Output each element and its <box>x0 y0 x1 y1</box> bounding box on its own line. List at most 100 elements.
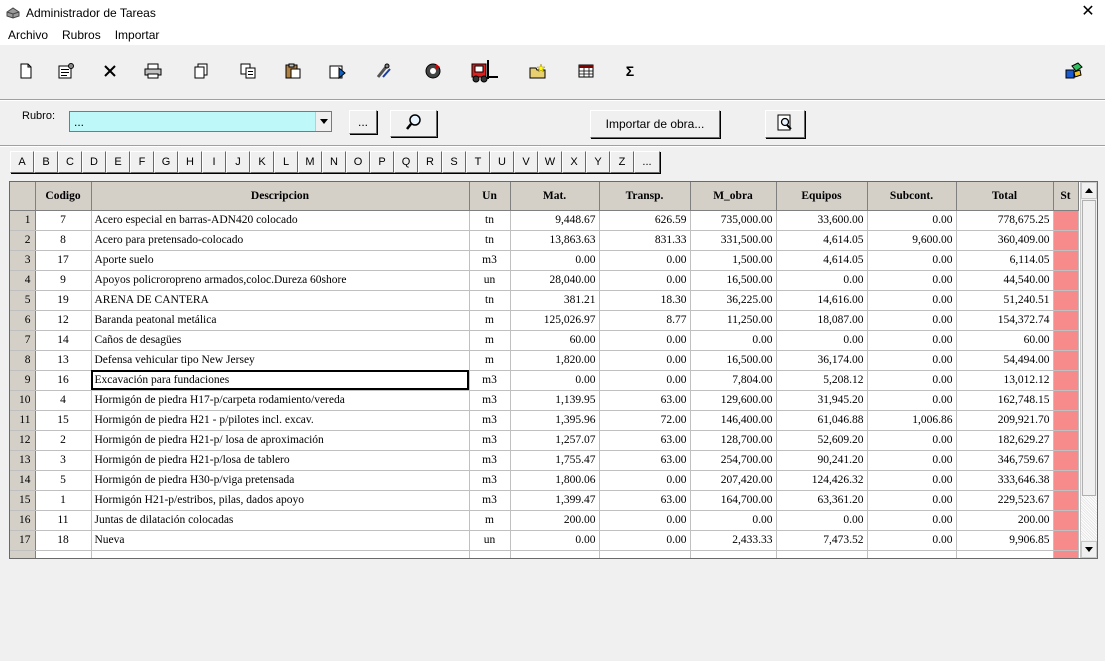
cell-mobra[interactable]: 7,804.00 <box>690 370 777 391</box>
cell-un[interactable]: un <box>469 530 511 551</box>
row-number[interactable]: 10 <box>10 390 36 411</box>
cell-descripcion[interactable]: Defensa vehicular tipo New Jersey <box>91 350 470 371</box>
cell-total[interactable]: 360,409.00 <box>956 230 1054 251</box>
cell-codigo[interactable]: 2 <box>35 430 92 451</box>
cell-mat[interactable]: 1,395.96 <box>510 410 600 431</box>
cell-descripcion[interactable]: Hormigón H21-p/estribos, pilas, dados ap… <box>91 490 470 511</box>
row-number[interactable]: 16 <box>10 510 36 531</box>
column-header-codigo[interactable]: Codigo <box>35 182 92 211</box>
cell-subcont[interactable]: 0.00 <box>867 210 957 231</box>
copy-icon[interactable] <box>189 59 213 83</box>
duplicate-icon[interactable] <box>236 59 260 83</box>
cell-subcont[interactable]: 1,006.86 <box>867 410 957 431</box>
cell-equipos[interactable]: 61,046.88 <box>776 410 868 431</box>
chevron-down-icon[interactable] <box>315 112 331 131</box>
cell-total[interactable]: 229,523.67 <box>956 490 1054 511</box>
cell-un[interactable]: un <box>469 270 511 291</box>
row-number[interactable]: 7 <box>10 330 36 351</box>
cell-descripcion[interactable]: Caños de desagües <box>91 330 470 351</box>
print-icon[interactable] <box>141 59 165 83</box>
new-folder-icon[interactable] <box>526 59 550 83</box>
letter-filter-button[interactable]: ... <box>634 151 660 173</box>
letter-filter-button[interactable]: B <box>34 151 58 173</box>
table-row[interactable]: 1 7 Acero especial en barras-ADN420 coloca… <box>10 210 1079 231</box>
cell-subcont[interactable]: 0.00 <box>867 330 957 351</box>
cell-mobra[interactable]: 0.00 <box>690 510 777 531</box>
table-row[interactable]: 7 14 Caños de desagües m 60.00 0.00 0.00 0.00 0.… <box>10 330 1079 351</box>
table-icon[interactable] <box>574 59 598 83</box>
letter-filter-button[interactable]: P <box>370 151 394 173</box>
cell-mat[interactable]: 1,755.47 <box>510 450 600 471</box>
scroll-track[interactable] <box>1081 496 1097 540</box>
cell-total[interactable]: 209,921.70 <box>956 410 1054 431</box>
cell-total[interactable]: 51,240.51 <box>956 290 1054 311</box>
properties-icon[interactable] <box>54 59 78 83</box>
cell-total[interactable]: 346,759.67 <box>956 450 1054 471</box>
cell-mobra[interactable]: 16,500.00 <box>690 270 777 291</box>
cell-codigo[interactable]: 13 <box>35 350 92 371</box>
cell-subcont[interactable]: 0.00 <box>867 450 957 471</box>
cell-mobra[interactable]: 331,500.00 <box>690 230 777 251</box>
cell-mat[interactable]: 1,800.06 <box>510 470 600 491</box>
cell-descripcion[interactable]: Hormigón de piedra H21-p/ losa de aproxi… <box>91 430 470 451</box>
cell-total[interactable]: 13,012.12 <box>956 370 1054 391</box>
cell-codigo[interactable]: 19 <box>35 290 92 311</box>
cell-descripcion[interactable]: Nueva <box>91 530 470 551</box>
cell-transp[interactable]: 63.00 <box>599 390 691 411</box>
cell-equipos[interactable]: 36,174.00 <box>776 350 868 371</box>
row-number[interactable]: 3 <box>10 250 36 271</box>
cell-codigo[interactable]: 5 <box>35 470 92 491</box>
cell-mobra[interactable]: 146,400.00 <box>690 410 777 431</box>
cell-un[interactable]: m3 <box>469 490 511 511</box>
cell-descripcion[interactable]: Juntas de dilatación colocadas <box>91 510 470 531</box>
cell-mat[interactable]: 200.00 <box>510 510 600 531</box>
row-number[interactable]: 2 <box>10 230 36 251</box>
cell-subcont[interactable]: 0.00 <box>867 530 957 551</box>
cell-codigo[interactable]: 7 <box>35 210 92 231</box>
cell-un[interactable]: m <box>469 510 511 531</box>
cell-mobra[interactable]: 16,500.00 <box>690 350 777 371</box>
row-number[interactable]: 1 <box>10 210 36 231</box>
cell-transp[interactable]: 18.30 <box>599 290 691 311</box>
cell-subcont[interactable]: 0.00 <box>867 510 957 531</box>
cell-status[interactable] <box>1053 330 1079 351</box>
cell-subcont[interactable]: 0.00 <box>867 490 957 511</box>
column-header-subcont[interactable]: Subcont. <box>867 182 957 211</box>
cell-codigo[interactable]: 1 <box>35 490 92 511</box>
cell-status[interactable] <box>1053 290 1079 311</box>
cell-mat[interactable]: 1,399.47 <box>510 490 600 511</box>
table-row[interactable]: 15 1 Hormigón H21-p/estribos, pilas, dados… <box>10 490 1079 511</box>
cell-equipos[interactable]: 0.00 <box>776 510 868 531</box>
search-button[interactable] <box>390 110 437 137</box>
letter-filter-button[interactable]: S <box>442 151 466 173</box>
cell-equipos[interactable]: 4,614.05 <box>776 230 868 251</box>
menu-rubros[interactable]: Rubros <box>55 26 108 45</box>
letter-filter-button[interactable]: H <box>178 151 202 173</box>
cell-status[interactable] <box>1053 390 1079 411</box>
cell-mobra[interactable]: 36,225.00 <box>690 290 777 311</box>
cell-descripcion[interactable]: Hormigón de piedra H21-p/losa de tablero <box>91 450 470 471</box>
cell-mobra[interactable]: 735,000.00 <box>690 210 777 231</box>
cell-total[interactable]: 6,114.05 <box>956 250 1054 271</box>
cell-codigo[interactable]: 17 <box>35 250 92 271</box>
cell-descripcion[interactable]: ARENA DE CANTERA <box>91 290 470 311</box>
scroll-thumb[interactable] <box>1082 200 1096 496</box>
letter-filter-button[interactable]: N <box>322 151 346 173</box>
table-row[interactable]: 6 12 Baranda peatonal metálica m 125,026.97 8… <box>10 310 1079 331</box>
table-row[interactable]: 14 5 Hormigón de piedra H30-p/viga pretens… <box>10 470 1079 491</box>
app-logo-icon[interactable] <box>1062 59 1086 83</box>
cell-codigo[interactable]: 9 <box>35 270 92 291</box>
letter-filter-button[interactable]: X <box>562 151 586 173</box>
cell-total[interactable]: 60.00 <box>956 330 1054 351</box>
cell-mat[interactable]: 1,820.00 <box>510 350 600 371</box>
delete-icon[interactable] <box>98 59 122 83</box>
letter-filter-button[interactable]: F <box>130 151 154 173</box>
scroll-up-icon[interactable] <box>1081 182 1097 199</box>
table-row[interactable]: 12 2 Hormigón de piedra H21-p/ losa de apr… <box>10 430 1079 451</box>
column-header-mat[interactable]: Mat. <box>510 182 600 211</box>
column-header-equipos[interactable]: Equipos <box>776 182 868 211</box>
table-row[interactable]: 2 8 Acero para pretensado-colocado tn 13,863… <box>10 230 1079 251</box>
cell-status[interactable] <box>1053 230 1079 251</box>
letter-filter-button[interactable]: V <box>514 151 538 173</box>
cell-transp[interactable]: 0.00 <box>599 510 691 531</box>
